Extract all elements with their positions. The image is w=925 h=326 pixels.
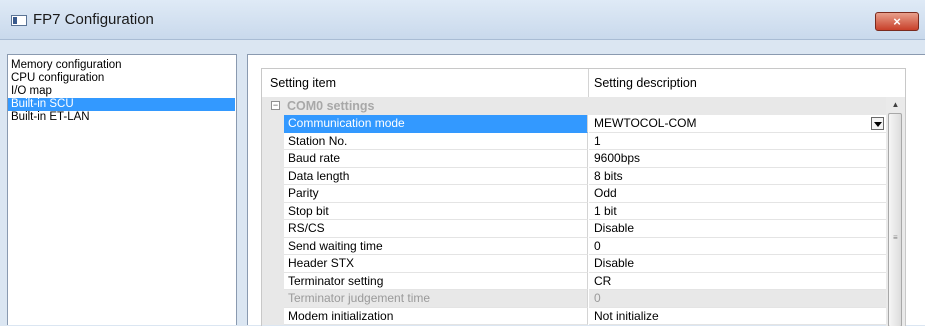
- setting-value[interactable]: Disable: [589, 220, 886, 238]
- setting-value: MEWTOCOL-COM: [594, 116, 697, 130]
- table-row[interactable]: Stop bit 1 bit: [262, 202, 886, 220]
- table-row-disabled: Terminator judgement time 0: [262, 290, 886, 308]
- table-row[interactable]: Header STX Disable: [262, 255, 886, 273]
- scrollbar-thumb[interactable]: ≡: [888, 113, 902, 326]
- nav-item-io-map[interactable]: I/O map: [8, 85, 235, 98]
- dropdown-arrow-icon[interactable]: [871, 117, 884, 130]
- table-row[interactable]: Baud rate 9600bps: [262, 150, 886, 168]
- setting-name: Modem initialization: [284, 307, 588, 325]
- setting-value[interactable]: 1 bit: [589, 203, 886, 220]
- setting-name: Communication mode: [284, 115, 588, 133]
- group-row-com0-settings[interactable]: − COM0 settings: [262, 97, 886, 115]
- scroll-up-icon[interactable]: ▲: [886, 97, 905, 113]
- settings-panel: Setting item Setting description − COM0 …: [247, 54, 925, 326]
- setting-value[interactable]: Not initialize: [589, 308, 886, 325]
- grip-icon: ≡: [893, 233, 898, 242]
- setting-value[interactable]: 0: [589, 238, 886, 255]
- nav-item-cpu-configuration[interactable]: CPU configuration: [8, 72, 235, 85]
- setting-name: Terminator setting: [284, 272, 588, 290]
- window-title: FP7 Configuration: [33, 11, 154, 28]
- setting-name: Station No.: [284, 132, 588, 150]
- setting-name: RS/CS: [284, 220, 588, 238]
- table-row[interactable]: RS/CS Disable: [262, 220, 886, 238]
- column-header-setting-item: Setting item: [270, 76, 337, 90]
- table-row[interactable]: Modem initialization Not initialize: [262, 307, 886, 325]
- settings-grid: Setting item Setting description − COM0 …: [261, 68, 906, 326]
- table-row[interactable]: Communication mode MEWTOCOL-COM: [262, 115, 886, 133]
- setting-value[interactable]: Disable: [589, 255, 886, 273]
- setting-value: 0: [589, 290, 886, 308]
- setting-value[interactable]: 8 bits: [589, 168, 886, 185]
- table-row[interactable]: Data length 8 bits: [262, 167, 886, 185]
- title-bar: FP7 Configuration ×: [0, 0, 925, 40]
- setting-value[interactable]: 1: [589, 133, 886, 150]
- column-header-setting-description: Setting description: [594, 76, 697, 90]
- app-icon: [11, 15, 27, 26]
- settings-rows: Communication mode MEWTOCOL-COM Station …: [262, 115, 886, 325]
- setting-name: Header STX: [284, 255, 588, 273]
- nav-item-memory-configuration[interactable]: Memory configuration: [8, 59, 235, 72]
- column-divider[interactable]: [588, 69, 589, 97]
- table-row[interactable]: Terminator setting CR: [262, 272, 886, 290]
- nav-item-built-in-scu[interactable]: Built-in SCU: [8, 98, 235, 111]
- close-button[interactable]: ×: [875, 12, 919, 31]
- table-row[interactable]: Station No. 1: [262, 132, 886, 150]
- table-row[interactable]: Send waiting time 0: [262, 237, 886, 255]
- setting-value[interactable]: Odd: [589, 185, 886, 203]
- setting-name: Parity: [284, 185, 588, 203]
- setting-name: Terminator judgement time: [284, 290, 588, 308]
- setting-name: Baud rate: [284, 150, 588, 168]
- vertical-scrollbar[interactable]: ▲ ≡: [886, 97, 905, 326]
- setting-value-dropdown[interactable]: MEWTOCOL-COM: [589, 115, 886, 133]
- setting-name: Stop bit: [284, 202, 588, 220]
- setting-value[interactable]: CR: [589, 273, 886, 290]
- setting-value[interactable]: 9600bps: [589, 150, 886, 168]
- collapse-icon[interactable]: −: [271, 101, 280, 110]
- setting-name: Data length: [284, 167, 588, 185]
- grid-header: Setting item Setting description: [262, 69, 905, 98]
- table-row[interactable]: Parity Odd: [262, 185, 886, 203]
- nav-item-built-in-et-lan[interactable]: Built-in ET-LAN: [8, 111, 235, 124]
- setting-name: Send waiting time: [284, 237, 588, 255]
- group-label: COM0 settings: [287, 99, 375, 113]
- config-tree: Memory configuration CPU configuration I…: [7, 54, 237, 325]
